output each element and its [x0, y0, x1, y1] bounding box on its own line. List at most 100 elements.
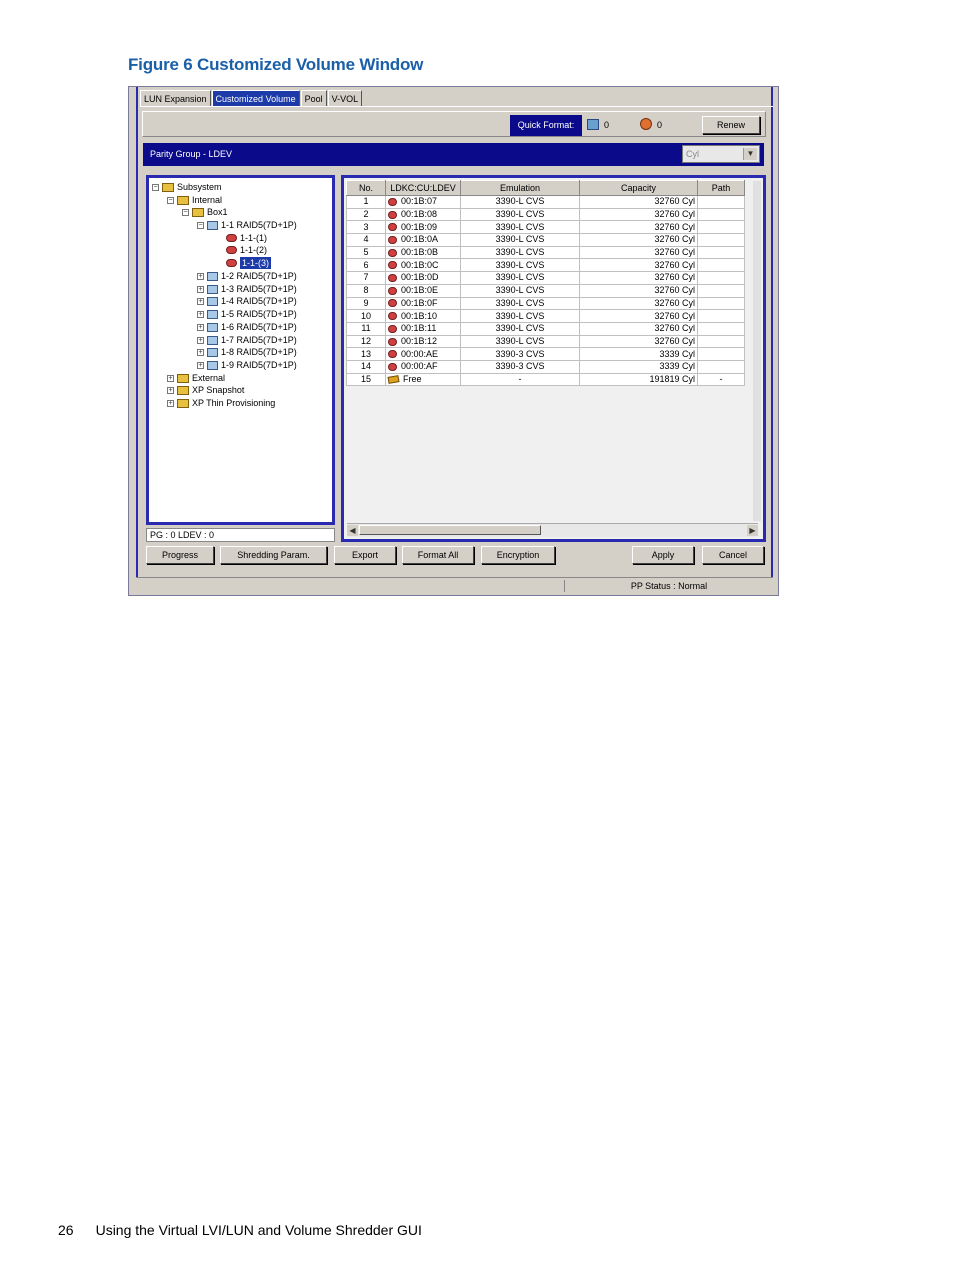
expand-icon[interactable]: +: [197, 285, 204, 293]
expand-icon[interactable]: +: [167, 386, 174, 394]
tree-node-group-1-4[interactable]: +1-4 RAID5(7D+1P): [197, 295, 297, 307]
parity-group-icon: [207, 335, 218, 345]
cell-emulation: 3390-L CVS: [460, 245, 580, 260]
cell-path: [697, 321, 745, 336]
expand-icon[interactable]: +: [197, 348, 204, 356]
table-row[interactable]: 5 00:1B:0B 3390-L CVS 32760 Cyl: [346, 245, 745, 260]
table-row[interactable]: 2 00:1B:08 3390-L CVS 32760 Cyl: [346, 207, 745, 222]
tree-node-ldev-3[interactable]: 1-1-(3): [226, 257, 272, 269]
tree-node-xp-snapshot[interactable]: + XP Snapshot: [167, 384, 244, 396]
column-header-no[interactable]: No.: [346, 180, 386, 196]
shredding-param-button[interactable]: Shredding Param.: [220, 546, 327, 564]
cell-ldev-id: 00:1B:08: [401, 209, 438, 220]
scroll-left-icon[interactable]: ◀: [347, 525, 358, 536]
tree-node-ldev-2[interactable]: 1-1-(2): [226, 244, 267, 256]
scrollbar-thumb[interactable]: [359, 525, 541, 535]
table-row[interactable]: 9 00:1B:0F 3390-L CVS 32760 Cyl: [346, 296, 745, 311]
cell-emulation: 3390-L CVS: [460, 258, 580, 273]
tree-node-group-1-6[interactable]: +1-6 RAID5(7D+1P): [197, 321, 297, 333]
cell-capacity: 32760 Cyl: [579, 245, 698, 260]
tree-node-subsystem[interactable]: − Subsystem: [152, 181, 222, 193]
column-header-capacity[interactable]: Capacity: [579, 180, 698, 196]
tree-node-group-1-8[interactable]: +1-8 RAID5(7D+1P): [197, 346, 297, 358]
table-row[interactable]: 10 00:1B:10 3390-L CVS 32760 Cyl: [346, 309, 745, 323]
cell-ldev-id: 00:1B:0B: [401, 247, 439, 258]
chevron-down-icon[interactable]: ▼: [743, 148, 757, 160]
cell-path: [697, 245, 745, 260]
tree-node-group-1-5[interactable]: +1-5 RAID5(7D+1P): [197, 308, 297, 320]
cell-emulation: 3390-L CVS: [460, 220, 580, 235]
cell-emulation: 3390-L CVS: [460, 207, 580, 222]
table-row[interactable]: 6 00:1B:0C 3390-L CVS 32760 Cyl: [346, 258, 745, 273]
collapse-icon[interactable]: −: [152, 183, 159, 191]
cancel-button[interactable]: Cancel: [702, 546, 764, 564]
expand-icon[interactable]: +: [197, 336, 204, 344]
expand-icon[interactable]: +: [197, 297, 204, 305]
cell-capacity: 32760 Cyl: [579, 207, 698, 222]
tree-node-xp-thin-provisioning[interactable]: + XP Thin Provisioning: [167, 397, 275, 409]
tab-pool[interactable]: Pool: [300, 90, 327, 106]
expand-icon[interactable]: +: [167, 374, 174, 382]
progress-button[interactable]: Progress: [146, 546, 214, 564]
cell-ldev-id: 00:1B:09: [401, 221, 438, 232]
ldev-icon: [388, 274, 397, 283]
horizontal-scrollbar[interactable]: ◀ ▶: [347, 523, 758, 537]
vertical-scrollbar[interactable]: [753, 181, 761, 521]
tree-node-external[interactable]: + External: [167, 372, 225, 384]
expand-icon[interactable]: +: [197, 361, 204, 369]
collapse-icon[interactable]: −: [197, 221, 204, 229]
column-header-emulation[interactable]: Emulation: [460, 180, 580, 196]
cell-ldev-id: 00:00:AF: [401, 361, 438, 372]
cell-ldev: 00:1B:0B: [385, 245, 461, 260]
scroll-right-icon[interactable]: ▶: [747, 525, 758, 536]
cell-emulation: 3390-3 CVS: [460, 359, 580, 374]
table-row[interactable]: 3 00:1B:09 3390-L CVS 32760 Cyl: [346, 220, 745, 235]
folder-icon: [192, 207, 204, 217]
table-row[interactable]: 7 00:1B:0D 3390-L CVS 32760 Cyl: [346, 271, 745, 285]
tab-lun-expansion[interactable]: LUN Expansion: [140, 90, 211, 106]
column-header-path[interactable]: Path: [697, 180, 745, 196]
table-row-free[interactable]: 15 Free -191819 Cyl -: [346, 372, 745, 387]
tree-node-group-1-9[interactable]: +1-9 RAID5(7D+1P): [197, 359, 297, 371]
table-row[interactable]: 1 00:1B:07 3390-L CVS 32760 Cyl: [346, 195, 745, 209]
cell-ldev: Free: [385, 372, 461, 387]
cell-path: [697, 283, 745, 298]
pg-ldev-status: PG : 0 LDEV : 0: [146, 528, 335, 542]
table-row[interactable]: 12 00:1B:12 3390-L CVS 32760 Cyl: [346, 334, 745, 349]
tree-node-group-1-7[interactable]: +1-7 RAID5(7D+1P): [197, 334, 297, 346]
tree-node-group-1-1[interactable]: − 1-1 RAID5(7D+1P): [197, 219, 297, 231]
tree-node-internal[interactable]: − Internal: [167, 194, 222, 206]
expand-icon[interactable]: +: [197, 310, 204, 318]
format-all-button[interactable]: Format All: [402, 546, 474, 564]
ldev-icon: [388, 197, 397, 206]
cell-ldev-id: 00:1B:12: [401, 335, 438, 346]
export-button[interactable]: Export: [334, 546, 396, 564]
tree-node-group-1-2[interactable]: +1-2 RAID5(7D+1P): [197, 270, 297, 282]
cell-emulation: 3390-L CVS: [460, 309, 580, 323]
expand-icon[interactable]: +: [167, 399, 174, 407]
column-header-ldkc[interactable]: LDKC:CU:LDEV: [385, 180, 461, 196]
tab-customized-volume[interactable]: Customized Volume: [211, 90, 300, 106]
tree-node-box1[interactable]: − Box1: [182, 206, 228, 218]
cell-ldev-id: 00:1B:07: [401, 196, 438, 207]
tree-node-ldev-1[interactable]: 1-1-(1): [226, 232, 267, 244]
table-row[interactable]: 11 00:1B:11 3390-L CVS 32760 Cyl: [346, 321, 745, 336]
apply-button[interactable]: Apply: [632, 546, 694, 564]
renew-button[interactable]: Renew: [702, 116, 760, 134]
encryption-button[interactable]: Encryption: [481, 546, 555, 564]
table-row[interactable]: 14 00:00:AF 3390-3 CVS 3339 Cyl: [346, 359, 745, 374]
expand-icon[interactable]: +: [197, 272, 204, 280]
tab-v-vol[interactable]: V-VOL: [327, 90, 363, 106]
tree-node-group-1-3[interactable]: +1-3 RAID5(7D+1P): [197, 283, 297, 295]
format-volume-icon: [587, 119, 599, 130]
collapse-icon[interactable]: −: [182, 208, 189, 216]
table-row[interactable]: 13 00:00:AE 3390-3 CVS 3339 Cyl: [346, 347, 745, 361]
unit-select[interactable]: Cyl ▼: [682, 145, 760, 163]
cell-no: 11: [346, 321, 386, 336]
collapse-icon[interactable]: −: [167, 196, 174, 204]
table-row[interactable]: 8 00:1B:0E 3390-L CVS 32760 Cyl: [346, 283, 745, 298]
tree-label: 1-1-(2): [240, 245, 268, 255]
expand-icon[interactable]: +: [197, 323, 204, 331]
table-row[interactable]: 4 00:1B:0A 3390-L CVS 32760 Cyl: [346, 233, 745, 247]
cell-ldev-id: 00:1B:0D: [401, 272, 439, 283]
